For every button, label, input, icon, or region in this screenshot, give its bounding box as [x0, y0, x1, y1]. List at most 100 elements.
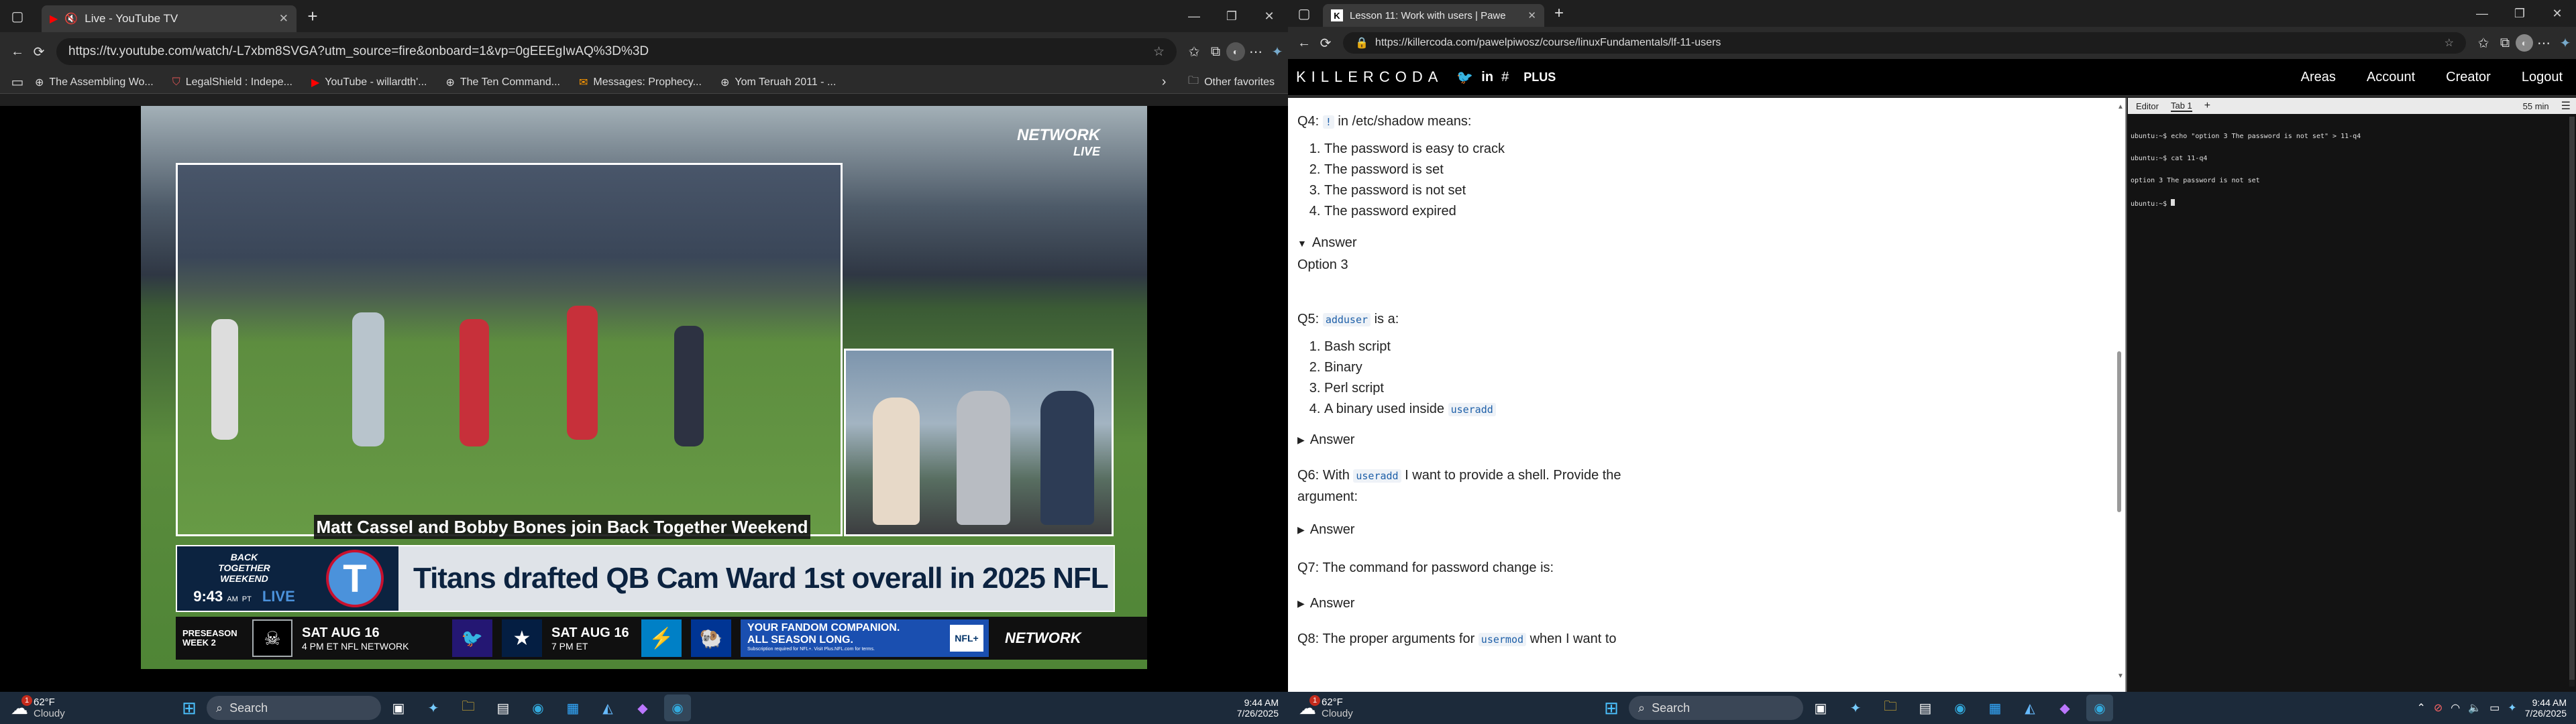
- video-player[interactable]: NETWORK LIVE Matt Cassel and Bobby Bones…: [0, 106, 1288, 692]
- collections-icon[interactable]: ⧉: [1205, 41, 1226, 62]
- nav-areas[interactable]: Areas: [2301, 70, 2336, 85]
- add-tab-button[interactable]: +: [2204, 100, 2210, 112]
- close-window-icon[interactable]: ✕: [2538, 7, 2576, 21]
- task-view-icon[interactable]: ▣: [385, 695, 412, 721]
- menu-icon[interactable]: ☰: [2561, 99, 2571, 113]
- copilot-icon[interactable]: ✦: [1842, 695, 1869, 721]
- favorite-item-1[interactable]: ⊕ The Assembling Wo...: [35, 76, 154, 89]
- store-icon[interactable]: ▦: [1982, 695, 2008, 721]
- favorite-item-5[interactable]: ✉ Messages: Prophecy...: [579, 76, 702, 89]
- back-icon[interactable]: ←: [1293, 32, 1315, 54]
- minimize-icon[interactable]: —: [1175, 9, 1213, 23]
- chevron-right-icon[interactable]: ›: [1153, 72, 1175, 93]
- terminal-scrollbar[interactable]: [2569, 117, 2575, 686]
- photos-icon[interactable]: ◭: [594, 695, 621, 721]
- question-text: The command for password change is:: [1322, 560, 1554, 575]
- new-tab-icon[interactable]: +: [302, 5, 323, 27]
- nav-account[interactable]: Account: [2367, 70, 2415, 85]
- other-favorites[interactable]: 🗀 Other favorites: [1188, 73, 1275, 91]
- more-icon[interactable]: ⋯: [2533, 32, 2555, 54]
- more-icon[interactable]: ⋯: [1245, 41, 1267, 62]
- linkedin-icon[interactable]: in: [1481, 70, 1493, 85]
- url-field[interactable]: https://tv.youtube.com/watch/-L7xbm8SVGA…: [56, 38, 1177, 65]
- close-window-icon[interactable]: ✕: [1250, 9, 1288, 23]
- close-tab-icon[interactable]: ✕: [1527, 9, 1536, 21]
- question-number: Q7:: [1297, 560, 1320, 575]
- app-icon[interactable]: ◆: [629, 695, 656, 721]
- file-explorer-icon[interactable]: 🗀: [455, 695, 482, 721]
- copilot-icon[interactable]: ✦: [420, 695, 447, 721]
- terminal-icon[interactable]: ▤: [490, 695, 517, 721]
- profile-avatar[interactable]: ◐: [1226, 42, 1245, 61]
- start-icon[interactable]: ⊞: [1598, 695, 1625, 721]
- new-tab-icon[interactable]: +: [1548, 3, 1570, 24]
- scroll-thumb[interactable]: [2569, 117, 2575, 680]
- scroll-thumb[interactable]: [2117, 351, 2121, 512]
- q6-answer-toggle[interactable]: ▶ Answer: [1297, 522, 2116, 538]
- weather-widget[interactable]: ☁ 1 62°F Cloudy: [1299, 695, 1446, 719]
- edge-active-icon[interactable]: ◉: [2086, 695, 2113, 721]
- wifi-icon[interactable]: ◠: [2451, 701, 2460, 715]
- q7-answer-toggle[interactable]: ▶ Answer: [1297, 596, 2116, 611]
- lesson-scrollbar[interactable]: ▲ ▼: [2116, 103, 2124, 680]
- url-field[interactable]: 🔒 https://killercoda.com/pawelpiwosz/cou…: [1343, 32, 2466, 54]
- collections-icon[interactable]: ⧉: [2494, 32, 2516, 54]
- favorite-item-2[interactable]: ⛉ LegalShield : Indepe...: [172, 76, 292, 88]
- copilot-icon[interactable]: ✦: [2508, 701, 2516, 715]
- task-view-icon[interactable]: ▣: [1807, 695, 1834, 721]
- tab-1[interactable]: Tab 1: [2170, 101, 2192, 112]
- killercoda-tab[interactable]: K Lesson 11: Work with users | Pawe ✕: [1323, 4, 1544, 27]
- editor-tab[interactable]: Editor: [2136, 101, 2159, 111]
- refresh-icon[interactable]: ⟳: [28, 41, 50, 62]
- copilot-icon[interactable]: ✦: [1267, 41, 1288, 62]
- terminal-icon[interactable]: ▤: [1912, 695, 1939, 721]
- youtube-tv-tab[interactable]: ▶ 🔇 Live - YouTube TV ✕: [42, 5, 297, 32]
- terminal-output[interactable]: ubuntu:~$ echo "option 3 The password is…: [2128, 114, 2576, 227]
- plus-link[interactable]: PLUS: [1523, 70, 1556, 84]
- q5-answer-toggle[interactable]: ▶ Answer: [1297, 432, 2116, 448]
- profile-avatar[interactable]: ◐: [2516, 34, 2533, 52]
- favorites-icon[interactable]: ✩: [1183, 41, 1205, 62]
- app-icon[interactable]: ◆: [2051, 695, 2078, 721]
- favorite-star-icon[interactable]: ☆: [1153, 44, 1165, 60]
- network-status-icon[interactable]: ⊘: [2434, 701, 2443, 715]
- copilot-icon[interactable]: ✦: [2555, 32, 2576, 54]
- slack-icon[interactable]: #: [1501, 70, 1509, 85]
- file-explorer-icon[interactable]: 🗀: [1877, 695, 1904, 721]
- volume-icon[interactable]: 🔈: [2468, 701, 2481, 715]
- weather-widget[interactable]: ☁ 1 62°F Cloudy: [11, 695, 158, 719]
- tab-actions-icon[interactable]: ▢: [7, 5, 28, 27]
- close-tab-icon[interactable]: ✕: [279, 12, 288, 25]
- edge-icon[interactable]: ◉: [1947, 695, 1974, 721]
- edge-active-icon[interactable]: ◉: [664, 695, 691, 721]
- back-icon[interactable]: ←: [7, 41, 28, 62]
- edge-icon[interactable]: ◉: [525, 695, 551, 721]
- favorite-item-3[interactable]: ▶ YouTube - willardth'...: [311, 76, 427, 89]
- right-address-bar: ← ⟳ 🔒 https://killercoda.com/pawelpiwosz…: [1288, 27, 2576, 59]
- refresh-icon[interactable]: ⟳: [1315, 32, 1336, 54]
- minimize-icon[interactable]: —: [2463, 7, 2501, 21]
- battery-icon[interactable]: ▭: [2489, 701, 2500, 715]
- q4-answer-toggle[interactable]: ▼ Answer: [1297, 235, 2116, 251]
- nav-logout[interactable]: Logout: [2522, 70, 2563, 85]
- store-icon[interactable]: ▦: [559, 695, 586, 721]
- reading-icon[interactable]: ▭: [7, 72, 28, 93]
- question-pre: The proper arguments for: [1322, 631, 1479, 646]
- start-icon[interactable]: ⊞: [176, 695, 203, 721]
- favorite-star-icon[interactable]: ☆: [2445, 36, 2454, 50]
- favorite-item-4[interactable]: ⊕ The Ten Command...: [445, 76, 560, 89]
- taskbar-search[interactable]: ⌕ Search: [207, 696, 381, 720]
- twitter-icon[interactable]: 🐦: [1456, 69, 1473, 86]
- favorite-item-6[interactable]: ⊕ Yom Teruah 2011 - ...: [720, 76, 836, 89]
- tab-actions-icon[interactable]: ▢: [1293, 3, 1315, 24]
- chevron-up-icon[interactable]: ⌃: [2416, 701, 2425, 715]
- nav-creator[interactable]: Creator: [2446, 70, 2491, 85]
- photos-icon[interactable]: ◭: [2017, 695, 2043, 721]
- mute-icon[interactable]: 🔇: [64, 12, 78, 25]
- option-text: A binary used inside: [1324, 402, 1448, 416]
- maximize-icon[interactable]: ❐: [2501, 7, 2538, 21]
- taskbar-search[interactable]: ⌕ Search: [1629, 696, 1803, 720]
- killercoda-logo[interactable]: KILLERCODA: [1296, 68, 1443, 86]
- favorites-icon[interactable]: ✩: [2473, 32, 2494, 54]
- maximize-icon[interactable]: ❐: [1213, 9, 1250, 23]
